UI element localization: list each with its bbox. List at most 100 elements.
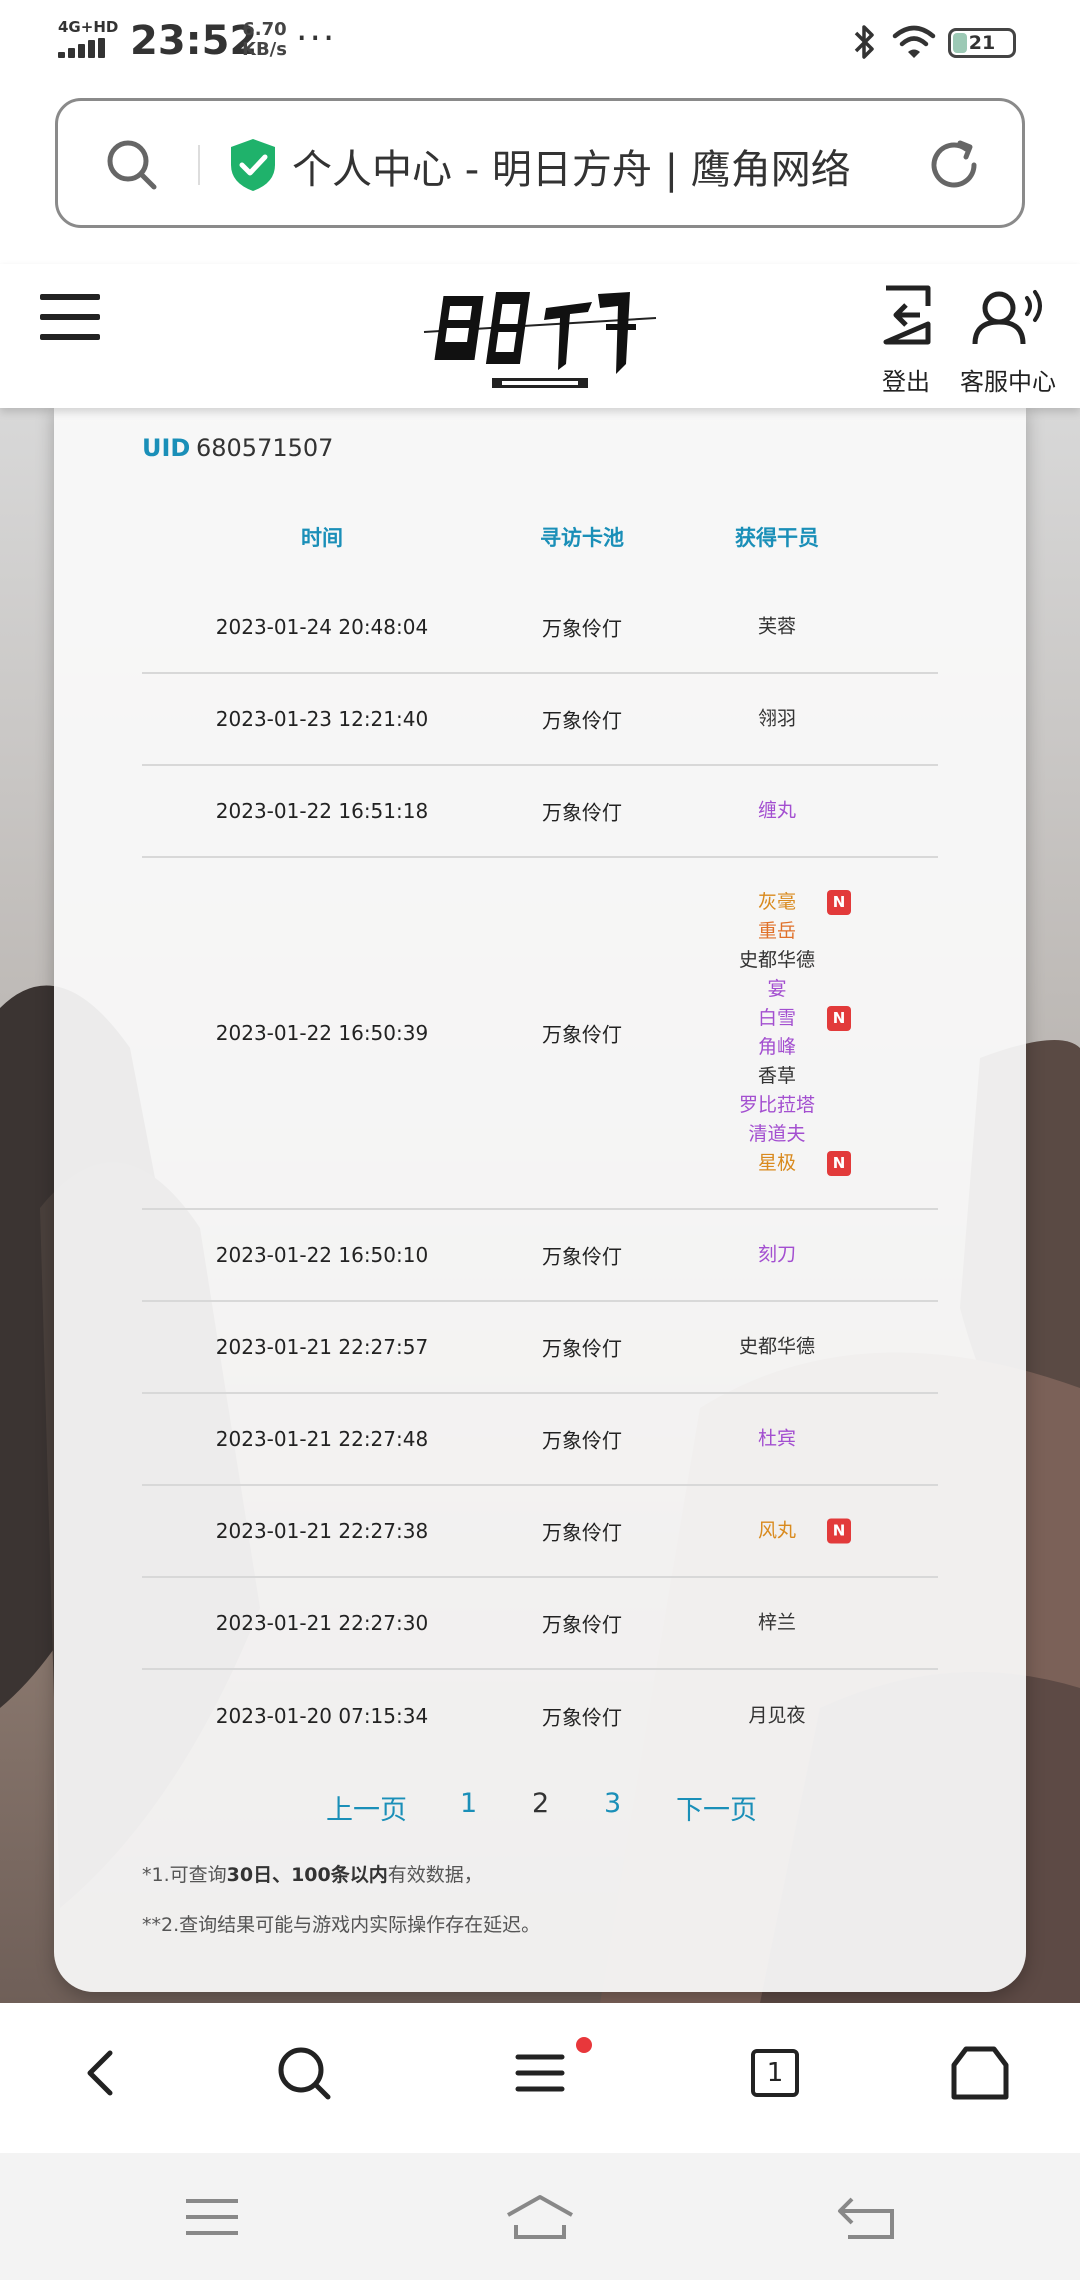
table-row: 2023-01-21 22:27:38 万象伶仃 风丸 N: [142, 1486, 938, 1578]
home-icon[interactable]: [948, 2041, 1012, 2105]
table-row: 2023-01-21 22:27:30 万象伶仃 梓兰: [142, 1578, 938, 1670]
record-operators: 缠丸: [697, 797, 857, 826]
speed-unit: KB/s: [242, 39, 287, 60]
operator-name: 风丸: [757, 1519, 796, 1542]
arknights-logo[interactable]: [420, 278, 660, 398]
record-time: 2023-01-21 22:27:57: [215, 1335, 429, 1359]
operator-name: 角峰: [757, 1036, 796, 1058]
record-pool: 万象伶仃: [542, 1520, 622, 1545]
logout-icon: [883, 285, 931, 345]
record-time: 2023-01-20 07:15:34: [215, 1704, 429, 1728]
record-time: 2023-01-23 12:21:40: [215, 707, 429, 731]
record-operators: 史都华德: [697, 1333, 857, 1362]
record-operators: 风丸 N: [697, 1517, 857, 1546]
record-time: 2023-01-22 16:50:10: [215, 1243, 429, 1267]
pagination: 上一页 1 2 3 下一页: [54, 1788, 1026, 1838]
record-time: 2023-01-22 16:51:18: [215, 799, 429, 823]
back-gesture-icon[interactable]: [832, 2191, 904, 2243]
operator-entry: 香草: [697, 1062, 857, 1091]
operator-name: 宴: [767, 978, 787, 1000]
column-header-operators: 获得干员: [735, 526, 819, 550]
record-operators: 月见夜: [697, 1702, 857, 1731]
recent-apps-icon[interactable]: [176, 2191, 248, 2243]
support-center-button[interactable]: 客服中心: [955, 284, 1061, 404]
record-pool: 万象伶仃: [542, 1428, 622, 1453]
operator-entry: 白雪 N: [697, 1004, 857, 1033]
search-icon[interactable]: [102, 135, 162, 195]
operator-entry: 缠丸: [697, 797, 857, 826]
logout-button[interactable]: 登出: [866, 284, 946, 404]
operator-entry: 风丸 N: [697, 1517, 857, 1546]
operator-name: 刻刀: [757, 1243, 796, 1266]
tabs-icon[interactable]: 1: [743, 2041, 807, 2105]
operator-name: 灰毫: [757, 891, 796, 913]
operator-entry: 星极 N: [697, 1149, 857, 1178]
record-pool: 万象伶仃: [542, 708, 622, 733]
new-badge: N: [827, 1006, 851, 1031]
menu-icon[interactable]: [508, 2041, 572, 2105]
operator-name: 芙蓉: [757, 615, 796, 638]
operator-entry: 月见夜: [697, 1702, 857, 1731]
status-bar: 4G+HD 23:52 6.70 KB/s ··· 21: [0, 0, 1080, 86]
customer-service-icon: [972, 290, 1042, 345]
record-pool: 万象伶仃: [542, 1612, 622, 1637]
operator-entry: 宴: [697, 975, 857, 1004]
system-navigation-bar: [0, 2153, 1080, 2280]
address-bar[interactable]: 个人中心 - 明日方舟 | 鹰角网络: [55, 98, 1025, 228]
new-badge: N: [827, 1518, 851, 1544]
operator-entry: 刻刀: [697, 1241, 857, 1270]
browser-toolbar: 个人中心 - 明日方舟 | 鹰角网络: [0, 86, 1080, 264]
table-row: 2023-01-22 16:51:18 万象伶仃 缠丸: [142, 766, 938, 858]
operator-entry: 角峰: [697, 1033, 857, 1062]
operator-name: 清道夫: [748, 1123, 806, 1145]
site-header: 登出 客服中心: [0, 264, 1080, 408]
operator-entry: 芙蓉: [697, 613, 857, 642]
page-title[interactable]: 个人中心 - 明日方舟 | 鹰角网络: [292, 137, 851, 195]
record-operators: 灰毫 N 重岳 史都华德宴白雪 N 角峰 香草 罗比菈塔 清道夫 星极 N: [697, 888, 857, 1178]
operator-entry: 罗比菈塔: [697, 1091, 857, 1120]
table-row: 2023-01-23 12:21:40 万象伶仃 翎羽: [142, 674, 938, 766]
operator-name: 月见夜: [748, 1704, 806, 1727]
support-label: 客服中心: [960, 368, 1056, 396]
record-pool: 万象伶仃: [542, 1336, 622, 1361]
record-operators: 芙蓉: [697, 613, 857, 642]
record-pool: 万象伶仃: [542, 1705, 622, 1730]
reload-icon[interactable]: [924, 135, 984, 195]
operator-entry: 清道夫: [697, 1120, 857, 1149]
page-link-2-current: 2: [532, 1788, 550, 1819]
page-link-1[interactable]: 1: [460, 1788, 477, 1819]
table-row: 2023-01-22 16:50:39 万象伶仃 灰毫 N 重岳 史都华德宴白雪 N 角峰 香草…: [142, 858, 938, 1210]
page-link-3[interactable]: 3: [604, 1788, 621, 1819]
search-icon[interactable]: [272, 2041, 336, 2105]
home-gesture-icon[interactable]: [504, 2191, 576, 2243]
operator-name: 缠丸: [757, 799, 796, 822]
prev-page-link[interactable]: 上一页: [326, 1788, 407, 1827]
column-header-time: 时间: [301, 526, 343, 550]
operator-name: 星极: [757, 1152, 796, 1174]
operator-name: 史都华德: [738, 1335, 815, 1358]
browser-bottom-nav: 1: [0, 2003, 1080, 2153]
operator-entry: 翎羽: [697, 705, 857, 734]
record-operators: 梓兰: [697, 1609, 857, 1638]
wifi-icon: [892, 25, 936, 58]
network-type: 4G+HD: [58, 18, 119, 36]
back-icon[interactable]: [70, 2041, 134, 2105]
operator-name: 史都华德: [738, 949, 815, 971]
more-notifications-icon: ···: [296, 18, 337, 59]
new-badge: N: [827, 1151, 851, 1176]
uid-value: 680571507: [196, 434, 334, 462]
operator-entry: 史都华德: [697, 1333, 857, 1362]
record-operators: 刻刀: [697, 1241, 857, 1270]
operator-name: 白雪: [757, 1007, 796, 1029]
operator-entry: 灰毫 N: [697, 888, 857, 917]
record-pool: 万象伶仃: [542, 800, 622, 825]
column-header-pool: 寻访卡池: [540, 526, 624, 550]
bluetooth-icon: [854, 25, 874, 59]
record-operators: 杜宾: [697, 1425, 857, 1454]
operator-entry: 重岳: [697, 917, 857, 946]
hamburger-menu-icon[interactable]: [40, 294, 102, 344]
record-time: 2023-01-24 20:48:04: [215, 615, 429, 639]
battery-level: 21: [968, 32, 996, 54]
gacha-record-card: UID 680571507 时间 寻访卡池 获得干员 2023-01-24 20…: [54, 404, 1026, 1992]
next-page-link[interactable]: 下一页: [676, 1788, 757, 1827]
